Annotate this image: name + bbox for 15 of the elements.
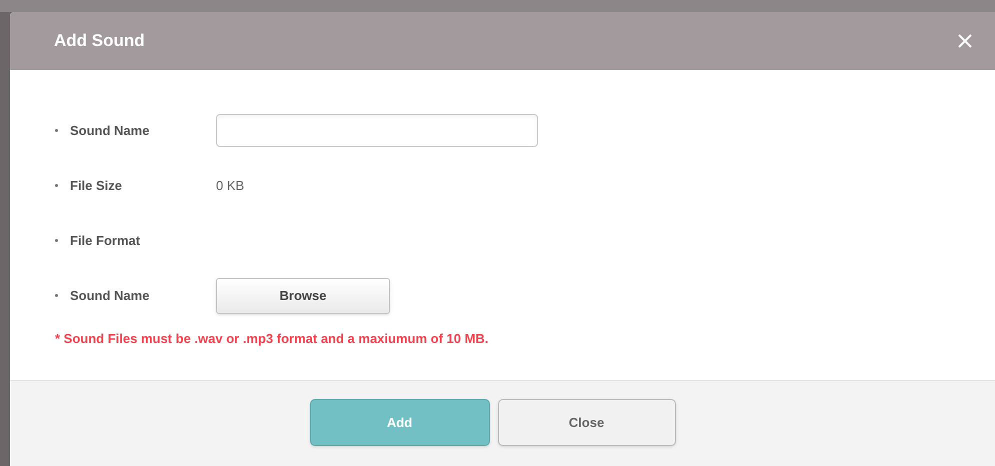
bullet-icon — [55, 239, 58, 242]
close-button[interactable]: Close — [498, 399, 676, 446]
bullet-icon — [55, 294, 58, 297]
field-label: File Format — [70, 232, 142, 250]
close-icon[interactable] — [957, 33, 973, 49]
field-value: 0 KB — [216, 176, 244, 195]
field-label: Sound Name — [70, 122, 150, 140]
browse-button[interactable]: Browse — [216, 278, 390, 314]
bullet-icon — [55, 184, 58, 187]
field-label: File Size — [70, 176, 124, 195]
bullet-icon — [55, 129, 58, 132]
dialog-title: Add Sound — [54, 30, 145, 52]
sound-name-input[interactable] — [216, 114, 538, 147]
format-note: * Sound Files must be .wav or .mp3 format and a maxiumum of 10 MB. — [55, 330, 490, 348]
field-label: Sound Name — [70, 286, 150, 305]
